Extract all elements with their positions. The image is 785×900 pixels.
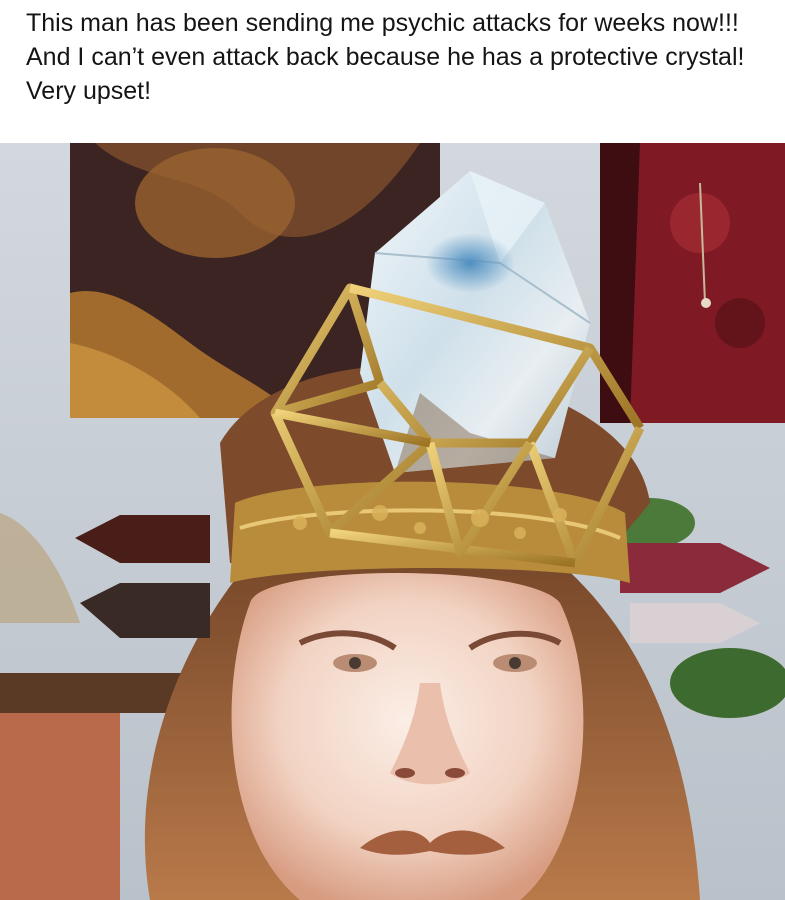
meme-photo: [0, 143, 785, 900]
man-with-crystal-crown-photo: [0, 143, 785, 900]
post-caption: This man has been sending me psychic att…: [26, 9, 745, 105]
red-cloth-right: [600, 143, 785, 423]
